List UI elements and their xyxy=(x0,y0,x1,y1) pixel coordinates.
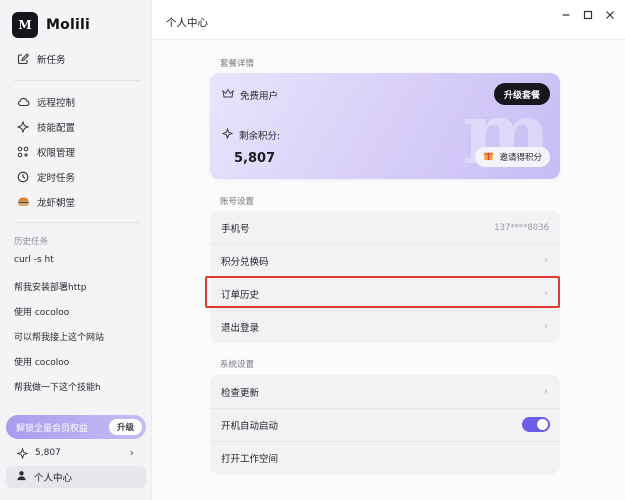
sidebar-divider xyxy=(14,222,140,223)
open-workspace-label: 打开工作空间 xyxy=(221,453,279,465)
history-item[interactable]: 帮我做一下这个技能h xyxy=(14,380,101,393)
edit-icon xyxy=(16,52,30,66)
brand: M Molili xyxy=(12,12,90,38)
phone-label: 手机号 xyxy=(221,223,250,235)
logo-letter: M xyxy=(18,18,32,32)
sidebar-item-permissions[interactable]: 权限管理 xyxy=(8,141,144,163)
chevron-right-icon: › xyxy=(544,386,548,397)
new-task-button[interactable]: 新任务 xyxy=(8,48,144,70)
redeem-code-row[interactable]: 积分兑换码 › xyxy=(210,244,560,277)
plan-card: m 免费用户 升级套餐 剩余积分: 5,807 邀请得积分 xyxy=(210,73,560,179)
page-title: 个人中心 xyxy=(166,17,208,29)
history-section-title: 历史任务 xyxy=(14,237,49,247)
system-section-title: 系统设置 xyxy=(220,360,255,370)
history-item[interactable]: 帮我安装部署http xyxy=(14,280,86,293)
chevron-right-icon: › xyxy=(544,255,548,266)
minimize-icon[interactable] xyxy=(559,8,573,22)
remaining-points-label: 剩余积分: xyxy=(221,127,281,142)
sidebar-item-profile[interactable]: 个人中心 xyxy=(6,466,146,488)
check-update-label: 检查更新 xyxy=(221,387,260,399)
remaining-points-value: 5,807 xyxy=(234,151,276,166)
plan-user-type: 免费用户 xyxy=(222,88,278,102)
order-history-highlight xyxy=(205,276,560,308)
sidebar-item-label: 定时任务 xyxy=(37,173,76,184)
sidebar: M Molili 新任务 远程控制 技能配置 权限管理 定时任务 龙虾朝堂 历史… xyxy=(0,0,152,500)
user-icon xyxy=(16,470,27,484)
upgrade-button[interactable]: 升级 xyxy=(108,419,142,435)
upgrade-membership-banner[interactable]: 解锁全量会员权益 升级 xyxy=(6,415,146,439)
new-task-label: 新任务 xyxy=(37,55,66,66)
user-type-label: 免费用户 xyxy=(240,91,279,102)
autostart-label: 开机自动启动 xyxy=(221,420,279,432)
account-section-title: 账号设置 xyxy=(220,197,255,207)
crown-icon xyxy=(222,88,234,102)
redeem-label: 积分兑换码 xyxy=(221,256,269,268)
profile-label: 个人中心 xyxy=(34,473,73,484)
history-item[interactable]: 使用 cocoloo xyxy=(14,355,69,368)
sidebar-divider xyxy=(14,80,140,81)
sparkle-icon xyxy=(221,127,234,142)
window-controls xyxy=(559,8,617,22)
autostart-toggle[interactable] xyxy=(522,417,550,432)
logout-row[interactable]: 退出登录 › xyxy=(210,310,560,343)
wand-icon xyxy=(16,120,30,134)
grid-icon xyxy=(16,145,30,159)
gift-icon xyxy=(483,150,494,164)
title-bar: 个人中心 xyxy=(152,0,625,40)
invite-points-button[interactable]: 邀请得积分 xyxy=(475,147,550,167)
system-settings-group: 检查更新 › 开机自动启动 打开工作空间 xyxy=(210,375,560,474)
remaining-points-text: 剩余积分: xyxy=(239,131,281,142)
phone-value: 137****8036 xyxy=(494,222,549,233)
sidebar-item-skill-config[interactable]: 技能配置 xyxy=(8,116,144,138)
plan-section-title: 套餐详情 xyxy=(220,59,255,69)
sidebar-item-label: 权限管理 xyxy=(37,148,76,159)
chevron-right-icon: › xyxy=(129,446,134,459)
history-item[interactable]: curl -s ht xyxy=(14,255,54,265)
maximize-icon[interactable] xyxy=(581,8,595,22)
upgrade-plan-button[interactable]: 升级套餐 xyxy=(493,83,550,105)
sparkle-icon xyxy=(16,447,28,459)
sidebar-item-label: 龙虾朝堂 xyxy=(37,198,76,209)
autostart-row: 开机自动启动 xyxy=(210,408,560,441)
cloud-icon xyxy=(16,95,30,109)
points-row[interactable]: 5,807 › xyxy=(8,443,144,463)
chevron-right-icon: › xyxy=(544,321,548,332)
sidebar-item-lobster-court[interactable]: 龙虾朝堂 xyxy=(8,191,144,213)
burger-icon xyxy=(16,195,30,209)
sidebar-item-label: 远程控制 xyxy=(37,98,76,109)
phone-row: 手机号 137****8036 xyxy=(210,211,560,244)
check-update-row[interactable]: 检查更新 › xyxy=(210,375,560,408)
upgrade-banner-label: 解锁全量会员权益 xyxy=(16,423,89,434)
logout-label: 退出登录 xyxy=(221,322,260,334)
history-item[interactable]: 使用 cocoloo xyxy=(14,305,69,318)
brand-name: Molili xyxy=(46,17,90,33)
app-window: M Molili 新任务 远程控制 技能配置 权限管理 定时任务 龙虾朝堂 历史… xyxy=(0,0,625,500)
sidebar-item-remote-control[interactable]: 远程控制 xyxy=(8,91,144,113)
open-workspace-row[interactable]: 打开工作空间 xyxy=(210,441,560,474)
sidebar-item-scheduled-tasks[interactable]: 定时任务 xyxy=(8,166,144,188)
logo: M xyxy=(12,12,38,38)
close-icon[interactable] xyxy=(603,8,617,22)
history-item[interactable]: 可以帮我接上这个网站 xyxy=(14,330,104,343)
points-value: 5,807 xyxy=(35,448,61,458)
clock-icon xyxy=(16,170,30,184)
toggle-knob xyxy=(537,419,548,430)
invite-label: 邀请得积分 xyxy=(499,153,542,163)
main-panel: 个人中心 套餐详情 m 免费用户 升级套餐 剩余积分: 5,807 邀请得积分 … xyxy=(152,0,625,500)
sidebar-item-label: 技能配置 xyxy=(37,123,76,134)
